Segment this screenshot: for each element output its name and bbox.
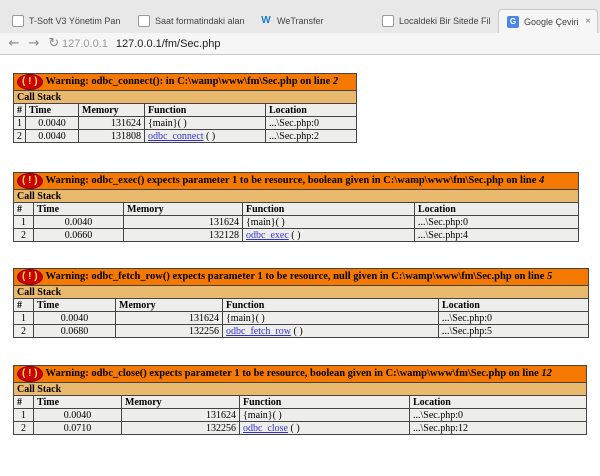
tab-title: WeTransfer: [277, 16, 324, 26]
table-row: 1 0.0040 131624 {main}( ) ...\Sec.php:0: [13, 116, 357, 130]
function-link[interactable]: odbc_fetch_row: [226, 326, 291, 337]
warning-icon: ( ! ): [17, 173, 43, 189]
error-table-odbc-connect: ( ! ) Warning: odbc_connect(): in C:\wamp…: [13, 73, 357, 143]
tab-title: T-Soft V3 Yönetim Pan: [29, 16, 121, 26]
back-arrow-icon[interactable]: ←: [4, 34, 24, 54]
tab-localdeki[interactable]: Localdeki Bir Sitede Fil: [374, 9, 496, 33]
function-link[interactable]: odbc_close: [243, 423, 288, 434]
warning-icon: ( ! ): [17, 366, 43, 382]
tab-title: Saat formatindaki alan: [155, 16, 245, 26]
col-memory: Memory: [123, 202, 243, 216]
page-content: ( ! ) Warning: odbc_connect(): in C:\wamp…: [0, 56, 600, 476]
col-time: Time: [33, 202, 124, 216]
table-row: 1 0.0040 131624 {main}( ) ...\Sec.php:0: [13, 408, 587, 422]
tab-wetransfer[interactable]: W WeTransfer: [252, 9, 370, 33]
warning-icon: ( ! ): [17, 269, 43, 285]
call-stack-label: Call Stack: [13, 285, 589, 299]
col-time: Time: [33, 395, 122, 409]
col-time: Time: [25, 103, 79, 117]
col-num: #: [13, 202, 34, 216]
col-memory: Memory: [115, 298, 223, 312]
table-row: 1 0.0040 131624 {main}( ) ...\Sec.php:0: [13, 215, 579, 229]
col-location: Location: [414, 202, 579, 216]
url-host: 127.0.0.1: [62, 38, 108, 50]
tab-bar: T-Soft V3 Yönetim Pan Saat formatindaki …: [0, 0, 600, 33]
browser-toolbar: ← → ↻ 127.0.0.1 127.0.0.1/fm/Sec.php: [0, 33, 600, 55]
tab-title: Localdeki Bir Sitede Fil: [399, 16, 491, 26]
page-icon: [382, 15, 394, 27]
call-stack-label: Call Stack: [13, 189, 579, 203]
page-icon: [12, 15, 24, 27]
warning-icon: ( ! ): [17, 74, 43, 90]
forward-arrow-icon[interactable]: →: [24, 34, 44, 54]
table-row: 1 0.0040 131624 {main}( ) ...\Sec.php:0: [13, 311, 589, 325]
warning-line: 5: [547, 271, 553, 282]
url-text: 127.0.0.1/fm/Sec.php: [115, 38, 221, 50]
col-function: Function: [242, 202, 415, 216]
warning-message: ( ! ) Warning: odbc_exec() expects parame…: [13, 172, 579, 190]
google-translate-icon: G: [507, 15, 519, 28]
function-link[interactable]: odbc_connect: [148, 131, 204, 142]
col-function: Function: [222, 298, 439, 312]
col-memory: Memory: [121, 395, 240, 409]
tab-tsoft[interactable]: T-Soft V3 Yönetim Pan: [4, 9, 126, 33]
warning-line: 12: [541, 368, 552, 379]
call-stack-label: Call Stack: [13, 382, 587, 396]
table-row: 2 0.0040 131808 odbc_connect ( ) ...\Sec…: [13, 129, 357, 143]
warning-message: ( ! ) Warning: odbc_fetch_row() expects p…: [13, 268, 589, 286]
wetransfer-icon: W: [261, 15, 271, 26]
table-row: 2 0.0710 132256 odbc_close ( ) ...\Sec.p…: [13, 421, 587, 435]
warning-line: 2: [332, 76, 339, 87]
error-table-odbc-close: ( ! ) Warning: odbc_close() expects param…: [13, 365, 587, 435]
col-location: Location: [265, 103, 357, 117]
col-num: #: [13, 395, 34, 409]
error-table-odbc-exec: ( ! ) Warning: odbc_exec() expects parame…: [13, 172, 579, 242]
call-stack-label: Call Stack: [13, 90, 357, 104]
close-icon[interactable]: ×: [585, 16, 591, 27]
col-num: #: [13, 103, 26, 117]
table-row: 2 0.0680 132256 odbc_fetch_row ( ) ...\S…: [13, 324, 589, 338]
tab-title: Google Çeviri: [524, 16, 579, 27]
tab-google-ceviri[interactable]: G Google Çeviri ×: [498, 9, 598, 33]
col-memory: Memory: [78, 103, 145, 117]
col-function: Function: [239, 395, 410, 409]
warning-line: 4: [539, 175, 545, 186]
tab-saat[interactable]: Saat formatindaki alan: [130, 9, 250, 33]
reload-icon[interactable]: ↻: [44, 34, 64, 54]
page-icon: [138, 15, 150, 27]
error-table-odbc-fetch-row: ( ! ) Warning: odbc_fetch_row() expects p…: [13, 268, 589, 338]
function-link[interactable]: odbc_exec: [246, 230, 289, 241]
col-function: Function: [144, 103, 266, 117]
table-row: 2 0.0660 132128 odbc_exec ( ) ...\Sec.ph…: [13, 228, 579, 242]
address-bar[interactable]: 127.0.0.1 127.0.0.1/fm/Sec.php: [62, 35, 220, 53]
warning-message: ( ! ) Warning: odbc_connect(): in C:\wamp…: [13, 73, 357, 91]
col-time: Time: [33, 298, 116, 312]
col-location: Location: [409, 395, 587, 409]
col-num: #: [13, 298, 34, 312]
col-location: Location: [438, 298, 589, 312]
warning-message: ( ! ) Warning: odbc_close() expects param…: [13, 365, 587, 383]
